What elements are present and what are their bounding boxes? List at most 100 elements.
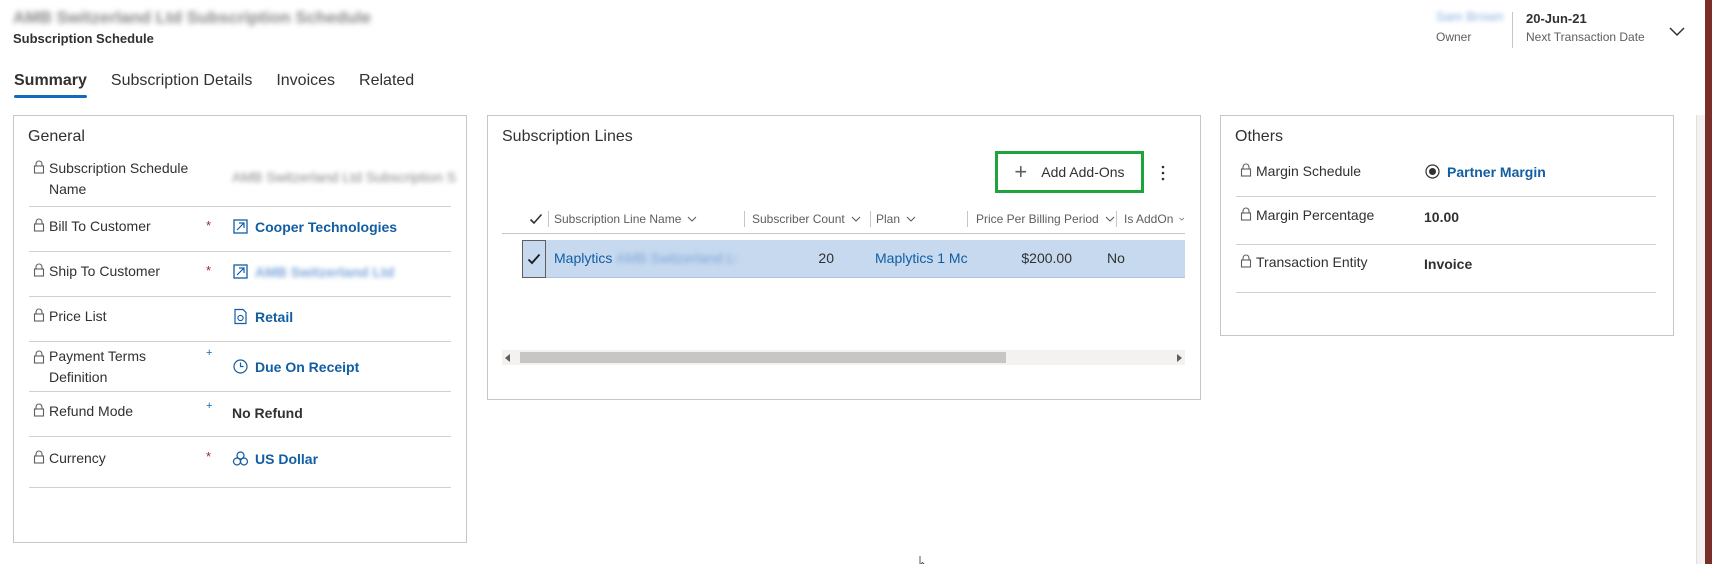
field-value[interactable]: Cooper Technologies bbox=[232, 218, 397, 235]
column-label: Subscriber Count bbox=[752, 212, 845, 226]
plan-link[interactable]: Maplytics 1 Mc bbox=[875, 250, 973, 266]
recommended-marker: + bbox=[206, 347, 213, 359]
account-icon bbox=[233, 264, 248, 279]
scroll-right-icon[interactable] bbox=[1177, 354, 1182, 362]
chevron-down-icon[interactable] bbox=[1666, 20, 1688, 42]
bill-to-customer-link[interactable]: Cooper Technologies bbox=[255, 219, 397, 235]
subscriber-count-cell: 20 bbox=[818, 250, 834, 266]
field-value[interactable]: US Dollar bbox=[232, 450, 318, 467]
header-owner[interactable]: Sam Brown Owner bbox=[1436, 9, 1506, 44]
field-margin-schedule: Margin Schedule Partner Margin bbox=[1236, 151, 1656, 197]
tab-summary[interactable]: Summary bbox=[14, 72, 87, 98]
column-plan[interactable]: Plan bbox=[876, 204, 966, 234]
field-transaction-entity: Transaction Entity Invoice bbox=[1236, 245, 1656, 293]
field-value[interactable]: AMB Switzerland Ltd Subscription S bbox=[232, 169, 456, 185]
section-title: General bbox=[28, 128, 85, 145]
scrollbar-thumb[interactable] bbox=[520, 352, 1006, 363]
tab-list: Summary Subscription Details Invoices Re… bbox=[14, 72, 438, 98]
subscription-line-name-link[interactable]: Maplytics AMB Switzerland Ltd bbox=[554, 250, 736, 266]
field-value[interactable]: Retail bbox=[232, 308, 293, 325]
chevron-down-icon bbox=[851, 216, 861, 222]
field-label: Subscription Schedule Name bbox=[49, 160, 189, 197]
price-cell: $200.00 bbox=[1021, 250, 1072, 266]
horizontal-scrollbar[interactable] bbox=[502, 350, 1185, 365]
add-add-ons-button[interactable]: + Add Add-Ons bbox=[995, 151, 1144, 193]
required-marker: * bbox=[206, 263, 212, 278]
chevron-down-icon bbox=[1105, 216, 1115, 222]
date-value: 20-Jun-21 bbox=[1526, 11, 1587, 26]
date-label: Next Transaction Date bbox=[1526, 30, 1645, 44]
record-title: AMB Switzerland Ltd Subscription Schedul… bbox=[13, 8, 371, 27]
checkmark-icon bbox=[527, 253, 541, 265]
field-currency: Currency * US Dollar bbox=[29, 437, 451, 488]
row-checkbox[interactable] bbox=[522, 240, 546, 278]
field-value[interactable]: AMB Switzerland Ltd bbox=[232, 263, 394, 280]
field-refund-mode: Refund Mode + No Refund bbox=[29, 392, 451, 437]
field-subscription-schedule-name: Subscription Schedule Name AMB Switzerla… bbox=[29, 156, 456, 207]
column-is-addon[interactable]: Is AddOn bbox=[1124, 204, 1185, 234]
field-ship-to-customer: Ship To Customer * AMB Switzerland Ltd bbox=[29, 252, 451, 297]
field-label: Refund Mode bbox=[49, 403, 134, 419]
currency-icon bbox=[232, 451, 249, 466]
line-name-suffix: AMB Switzerland Ltd bbox=[616, 250, 737, 266]
field-label: Payment Terms Definition bbox=[49, 348, 146, 385]
field-margin-percentage: Margin Percentage 10.00 bbox=[1236, 197, 1656, 245]
general-section: General Subscription Schedule Name AMB S… bbox=[13, 115, 467, 543]
margin-schedule-link[interactable]: Partner Margin bbox=[1447, 164, 1546, 180]
field-value[interactable]: Partner Margin bbox=[1424, 163, 1546, 180]
payment-terms-link[interactable]: Due On Receipt bbox=[255, 359, 359, 375]
field-label: Ship To Customer bbox=[49, 263, 161, 279]
scroll-left-icon[interactable] bbox=[505, 354, 510, 362]
more-options-icon[interactable] bbox=[1158, 164, 1168, 182]
table-row[interactable]: Maplytics AMB Switzerland Ltd 20 Maplyti… bbox=[522, 240, 1185, 278]
account-icon bbox=[233, 219, 248, 234]
column-divider bbox=[548, 211, 549, 227]
chevron-down-icon bbox=[1179, 217, 1185, 221]
field-label: Price List bbox=[49, 308, 107, 324]
vertical-scrollbar[interactable] bbox=[1696, 115, 1705, 564]
section-title: Subscription Lines bbox=[502, 128, 633, 145]
ship-to-customer-link[interactable]: AMB Switzerland Ltd bbox=[255, 264, 394, 280]
price-list-icon bbox=[234, 308, 247, 325]
schedule-name-value[interactable]: AMB Switzerland Ltd Subscription S bbox=[232, 169, 456, 185]
window-border bbox=[1705, 0, 1712, 564]
tab-invoices[interactable]: Invoices bbox=[276, 72, 335, 98]
column-divider bbox=[870, 211, 871, 227]
field-label: Margin Schedule bbox=[1256, 163, 1362, 179]
recommended-marker: + bbox=[206, 400, 213, 412]
required-marker: * bbox=[206, 218, 212, 233]
checkmark-icon bbox=[529, 213, 543, 225]
plus-icon: + bbox=[1014, 159, 1028, 184]
transaction-entity-value[interactable]: Invoice bbox=[1424, 256, 1472, 272]
tab-subscription-details[interactable]: Subscription Details bbox=[111, 72, 252, 98]
field-value[interactable]: Due On Receipt bbox=[232, 358, 359, 375]
price-list-link[interactable]: Retail bbox=[255, 309, 293, 325]
mouse-cursor-icon bbox=[919, 556, 925, 564]
margin-icon bbox=[1425, 164, 1440, 179]
required-marker: * bbox=[206, 449, 212, 464]
field-label: Margin Percentage bbox=[1256, 207, 1375, 223]
column-price-per-billing-period[interactable]: Price Per Billing Period bbox=[976, 204, 1116, 234]
column-label: Price Per Billing Period bbox=[976, 212, 1099, 226]
field-price-list: Price List Retail bbox=[29, 297, 451, 342]
lock-icon bbox=[33, 263, 45, 277]
refund-mode-value[interactable]: No Refund bbox=[232, 405, 303, 421]
column-label: Subscription Line Name bbox=[554, 212, 682, 226]
select-all-checkbox[interactable] bbox=[526, 204, 546, 234]
tab-related[interactable]: Related bbox=[359, 72, 414, 98]
owner-value[interactable]: Sam Brown bbox=[1436, 9, 1506, 25]
column-subscription-line-name[interactable]: Subscription Line Name bbox=[554, 204, 744, 234]
column-label: Is AddOn bbox=[1124, 212, 1174, 226]
margin-percentage-value[interactable]: 10.00 bbox=[1424, 209, 1459, 225]
column-label: Plan bbox=[876, 212, 901, 226]
currency-link[interactable]: US Dollar bbox=[255, 451, 318, 467]
column-divider bbox=[967, 211, 968, 227]
lock-icon bbox=[33, 350, 45, 364]
lock-icon bbox=[33, 403, 45, 417]
column-subscriber-count[interactable]: Subscriber Count bbox=[752, 204, 870, 234]
lock-icon bbox=[1240, 254, 1252, 268]
header-next-transaction-date: 20-Jun-21 Next Transaction Date bbox=[1526, 9, 1645, 44]
entity-name: Subscription Schedule bbox=[13, 31, 154, 46]
field-label: Transaction Entity bbox=[1256, 254, 1368, 270]
field-payment-terms-definition: Payment Terms Definition + Due On Receip… bbox=[29, 342, 451, 392]
